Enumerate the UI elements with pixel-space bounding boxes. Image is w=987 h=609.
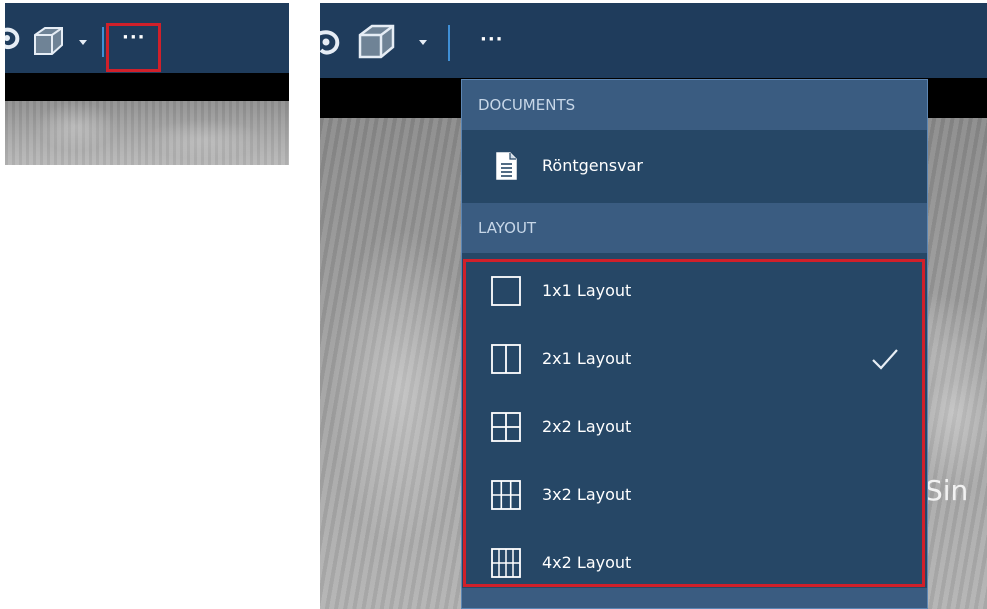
menu-item-rontgensvar[interactable]: Röntgensvar xyxy=(462,132,927,200)
cube-icon[interactable] xyxy=(31,25,67,57)
section-header-layout: LAYOUT xyxy=(462,203,927,253)
highlight-box-more xyxy=(106,23,161,72)
chevron-down-icon[interactable] xyxy=(419,40,427,45)
viewport-header-bar xyxy=(5,73,289,101)
toolbar-crop-before: ··· xyxy=(5,3,289,165)
menu-footer-strip xyxy=(462,588,927,608)
toolbar-separator xyxy=(102,27,104,57)
viewer-toolbar: ··· xyxy=(320,3,987,78)
xray-image xyxy=(5,101,289,165)
viewer-toolbar: ··· xyxy=(5,3,289,73)
cube-icon[interactable] xyxy=(356,23,398,61)
menu-item-label: Röntgensvar xyxy=(542,156,643,175)
chevron-down-icon[interactable] xyxy=(79,40,87,45)
toolbar-crop-after: ··· Sin DOCUMENTS Röntgensvar LAYOUT 1x1… xyxy=(320,3,987,609)
toolbar-separator xyxy=(448,25,450,61)
rotate-icon[interactable] xyxy=(320,27,342,57)
section-header-documents: DOCUMENTS xyxy=(462,80,927,130)
document-icon xyxy=(496,152,517,180)
more-button[interactable]: ··· xyxy=(480,29,504,50)
laterality-label: Sin xyxy=(925,474,969,507)
rotate-icon[interactable] xyxy=(5,25,21,51)
highlight-box-layout-options xyxy=(463,259,925,587)
